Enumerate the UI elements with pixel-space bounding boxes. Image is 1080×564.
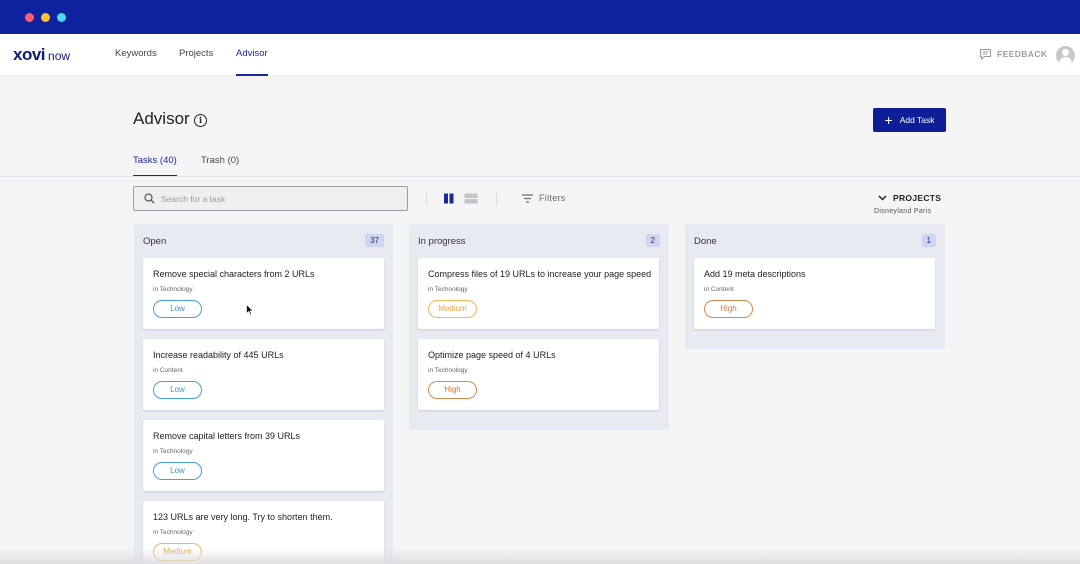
window-minimize-button[interactable] (41, 13, 50, 22)
add-task-button[interactable]: + Add Task (873, 108, 946, 132)
task-title: Increase readability of 445 URLs (153, 350, 284, 360)
window-close-button[interactable] (25, 13, 34, 22)
top-navbar: xovi now Keywords Projects Advisor FEEDB… (0, 34, 1080, 76)
info-icon[interactable]: i (194, 114, 207, 127)
column-open: Open 37 Remove special characters from 2… (134, 224, 393, 564)
priority-badge: Low (153, 462, 202, 480)
nav-link-projects[interactable]: Projects (179, 34, 213, 76)
projects-label: PROJECTS (893, 193, 942, 203)
window-maximize-button[interactable] (57, 13, 66, 22)
selected-project-name: Disneyland Paris (874, 208, 932, 215)
priority-badge: Low (153, 381, 202, 399)
task-search-box[interactable] (133, 186, 408, 211)
nav-link-keywords[interactable]: Keywords (115, 34, 157, 76)
search-icon (144, 193, 155, 204)
mouse-cursor-icon (246, 304, 254, 316)
task-category: in Technology (428, 286, 468, 293)
task-category: in Technology (153, 529, 193, 536)
task-category: in Technology (428, 367, 468, 374)
column-title: In progress (418, 236, 466, 247)
column-title: Done (694, 236, 717, 247)
search-input[interactable] (161, 193, 391, 204)
toolbar-divider (426, 192, 427, 206)
nav-link-advisor[interactable]: Advisor (236, 34, 268, 76)
priority-badge: Medium (428, 300, 477, 318)
task-card[interactable]: Compress files of 19 URLs to increase yo… (418, 258, 659, 329)
toolbar-divider (496, 192, 497, 206)
user-avatar-icon[interactable] (1056, 46, 1075, 65)
task-card[interactable]: Remove special characters from 2 URLs in… (143, 258, 384, 329)
list-view-icon[interactable] (464, 193, 478, 204)
bottom-scroll-fade (0, 548, 1080, 564)
priority-badge: High (428, 381, 477, 399)
filters-label: Filters (539, 193, 566, 203)
priority-badge: High (704, 300, 753, 318)
column-title: Open (143, 236, 167, 247)
task-title: 123 URLs are very long. Try to shorten t… (153, 512, 333, 522)
priority-badge: Low (153, 300, 202, 318)
page-title: Advisor (133, 109, 190, 128)
chevron-down-icon (878, 195, 887, 201)
add-task-label: Add Task (899, 115, 935, 125)
logo-main-text: xovi (13, 45, 46, 64)
chat-icon (979, 48, 992, 60)
tab-tasks[interactable]: Tasks (40) (133, 151, 177, 177)
tab-trash[interactable]: Trash (0) (201, 151, 239, 177)
column-count-badge: 37 (365, 234, 384, 247)
tabs-divider (0, 176, 1080, 177)
logo-sub-text: now (48, 49, 71, 63)
filter-icon (522, 193, 533, 203)
column-in-progress: In progress 2 Compress files of 19 URLs … (409, 224, 669, 430)
task-category: in Technology (153, 286, 193, 293)
task-card[interactable]: Add 19 meta descriptions in Content High (694, 258, 935, 329)
task-category: in Technology (153, 448, 193, 455)
task-title: Remove special characters from 2 URLs (153, 269, 315, 279)
feedback-label: FEEDBACK (997, 49, 1048, 59)
plus-icon: + (884, 112, 893, 128)
task-category: in Content (153, 367, 183, 374)
task-card[interactable]: Increase readability of 445 URLs in Cont… (143, 339, 384, 410)
column-count-badge: 1 (921, 234, 936, 247)
xovi-now-logo[interactable]: xovi now (13, 45, 70, 65)
board-view-icon[interactable] (442, 193, 456, 204)
column-done: Done 1 Add 19 meta descriptions in Conte… (685, 224, 945, 349)
task-title: Optimize page speed of 4 URLs (428, 350, 556, 360)
filters-button[interactable]: Filters (522, 193, 566, 203)
feedback-button[interactable]: FEEDBACK (979, 48, 1047, 60)
task-card[interactable]: Remove capital letters from 39 URLs in T… (143, 420, 384, 491)
task-title: Compress files of 19 URLs to increase yo… (428, 269, 652, 279)
projects-dropdown[interactable]: PROJECTS (878, 193, 941, 203)
column-count-badge: 2 (645, 234, 660, 247)
task-card[interactable]: Optimize page speed of 4 URLs in Technol… (418, 339, 659, 410)
task-title: Add 19 meta descriptions (704, 269, 806, 279)
task-title: Remove capital letters from 39 URLs (153, 431, 301, 441)
task-category: in Content (704, 286, 734, 293)
window-titlebar (0, 0, 1080, 34)
